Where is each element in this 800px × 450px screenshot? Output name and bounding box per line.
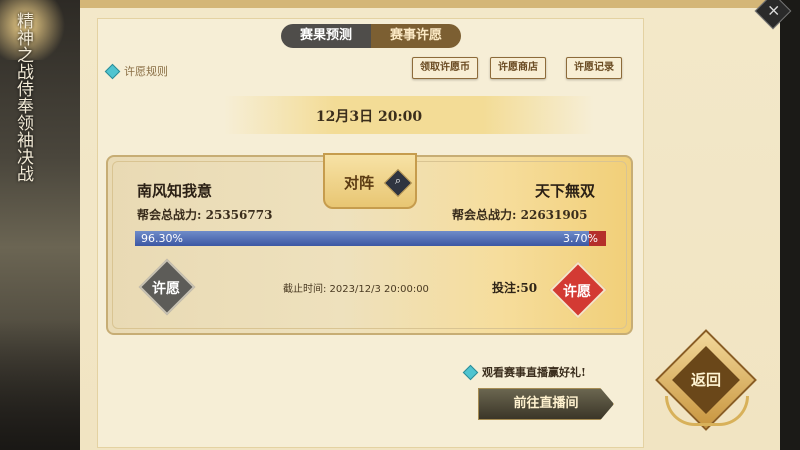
wish-shop-button[interactable]: 许愿商店 [490,57,546,79]
return-label: 返回 [690,371,721,389]
background-shadow [0,320,82,450]
deadline-text: 截止时间: 2023/12/3 20:00:00 [283,284,429,295]
left-power-value: 25356773 [205,208,273,222]
gem-icon [104,63,121,79]
bet-amount: 投注:50 [492,281,538,295]
right-power-value: 22631905 [520,208,588,222]
side-banner-text: 精神之战侍奉领袖决战 [13,12,33,182]
left-team-power: 帮会总战力: 25356773 [137,206,272,223]
watch-live-promo: 观看赛事直播赢好礼! [462,364,586,380]
left-wish-label: 许愿 [152,281,180,297]
wish-rules-label: 许愿规则 [124,65,168,78]
claim-wish-coin-button[interactable]: 领取许愿币 [412,57,478,79]
goto-live-button[interactable]: 前往直播间 [478,388,614,420]
search-icon: ⌕ [394,174,402,187]
right-background [780,0,800,450]
right-power-label: 帮会总战力: [452,208,517,222]
left-support-fill [135,231,589,246]
right-team-power: 帮会总战力: 22631905 [452,206,587,223]
tab-match-prediction[interactable]: 赛果预测 [281,24,371,48]
tab-match-wish[interactable]: 赛事许愿 [371,24,461,48]
right-team-name: 天下無双 [535,182,596,200]
background-art: 精神之战侍奉领袖决战 [0,0,82,450]
right-wish-label: 许愿 [563,284,591,300]
gem-icon [462,364,479,380]
left-team-name: 南风知我意 [137,182,213,200]
vs-label: 对阵 [344,174,375,192]
left-support-percent: 96.30% [141,232,183,245]
right-support-percent: 3.70% [563,232,598,245]
watch-live-text: 观看赛事直播赢好礼! [482,366,586,379]
match-time: 12月3日 20:00 [315,109,423,125]
wish-record-button[interactable]: 许愿记录 [566,57,622,79]
left-power-label: 帮会总战力: [137,208,202,222]
close-icon: × [767,0,781,20]
panel-top-border [80,0,780,8]
wish-rules-link[interactable]: 许愿规则 [104,62,168,80]
